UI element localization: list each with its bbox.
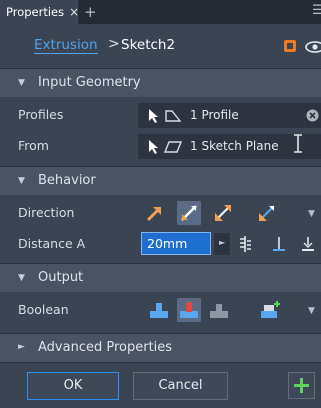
direction-asymmetric-button[interactable]	[255, 201, 279, 225]
direction-flipped-icon	[181, 205, 197, 221]
ok-button[interactable]: OK	[27, 372, 119, 400]
plus-icon	[294, 378, 309, 393]
collapse-triangle-icon[interactable]: ▼	[18, 273, 25, 283]
section-title: Input Geometry	[38, 75, 141, 90]
expand-triangle-icon[interactable]: ►	[18, 342, 25, 352]
new-solid-icon	[261, 301, 280, 318]
section-title: Output	[38, 270, 84, 285]
section-advanced-properties[interactable]: ► Advanced Properties	[0, 333, 321, 362]
collapse-triangle-icon[interactable]: ▼	[18, 78, 25, 88]
cube-icon[interactable]	[283, 39, 297, 53]
boolean-cut-icon	[180, 302, 198, 318]
distance-input[interactable]: 20mm	[141, 232, 211, 255]
apply-button[interactable]	[288, 372, 315, 399]
tab-bar: Properties × + ☰	[0, 0, 321, 24]
boolean-join-icon	[150, 303, 168, 318]
measure-icon[interactable]	[238, 235, 252, 253]
boolean-label: Boolean	[18, 302, 69, 317]
section-behavior[interactable]: ▼ Behavior	[0, 166, 321, 195]
distance-dropdown[interactable]: ►	[214, 233, 230, 255]
boolean-intersect-button[interactable]	[207, 298, 231, 322]
section-title: Advanced Properties	[38, 340, 173, 355]
chevron-down-icon[interactable]: ▼	[308, 306, 315, 316]
boolean-join-button[interactable]	[147, 298, 171, 322]
boolean-row: Boolean ▼	[0, 295, 321, 326]
direction-default-button[interactable]	[143, 201, 167, 225]
distance-row: Distance A 20mm ►	[0, 229, 321, 260]
eye-icon[interactable]	[305, 41, 321, 53]
section-input-geometry[interactable]: ▼ Input Geometry	[0, 68, 321, 97]
direction-default-icon	[146, 206, 162, 222]
direction-symmetric-button[interactable]	[211, 201, 235, 225]
direction-flipped-button[interactable]	[177, 201, 201, 225]
breadcrumb-current: Sketch2	[121, 37, 176, 53]
extent-through-icon[interactable]	[301, 235, 315, 253]
cursor-arrow-icon	[149, 140, 158, 154]
clear-selection-icon[interactable]	[306, 109, 319, 122]
tab-properties[interactable]: Properties ×	[0, 0, 79, 24]
properties-panel: Properties × + ☰ Extrusion > Sketch2 ▼ I…	[0, 0, 321, 408]
sketch-plane-icon	[164, 141, 182, 153]
new-solid-button[interactable]	[258, 298, 282, 322]
breadcrumb-separator: >	[108, 36, 120, 52]
direction-symmetric-icon	[215, 205, 231, 221]
close-icon[interactable]: ×	[69, 5, 79, 19]
from-label: From	[18, 138, 49, 153]
boolean-intersect-icon	[210, 304, 228, 318]
profiles-selector[interactable]: 1 Profile	[138, 103, 321, 128]
profiles-row: Profiles 1 Profile	[0, 100, 321, 131]
add-tab-icon[interactable]: +	[84, 3, 97, 21]
extent-to-icon[interactable]	[272, 235, 286, 253]
breadcrumb-extrusion-link[interactable]: Extrusion	[34, 38, 98, 54]
profile-shape-icon	[165, 110, 182, 122]
menu-icon[interactable]: ☰	[312, 3, 321, 18]
text-cursor-icon[interactable]	[292, 134, 304, 153]
direction-label: Direction	[18, 205, 75, 220]
caret-right-icon: ►	[219, 238, 226, 247]
distance-label: Distance A	[18, 236, 86, 251]
footer: OK Cancel	[0, 362, 321, 408]
section-output[interactable]: ▼ Output	[0, 263, 321, 292]
tab-label: Properties	[6, 5, 65, 19]
from-row: From 1 Sketch Plane	[0, 131, 321, 162]
profiles-value: 1 Profile	[190, 108, 239, 122]
cancel-button[interactable]: Cancel	[133, 372, 228, 400]
boolean-cut-button[interactable]	[177, 298, 201, 322]
collapse-triangle-icon[interactable]: ▼	[18, 176, 25, 186]
direction-asymmetric-icon	[259, 205, 275, 221]
breadcrumb: Extrusion > Sketch2	[0, 24, 321, 68]
from-value: 1 Sketch Plane	[190, 139, 279, 153]
distance-value: 20mm	[147, 236, 188, 251]
direction-row: Direction ▼	[0, 198, 321, 229]
section-title: Behavior	[38, 173, 96, 188]
cursor-arrow-icon	[149, 109, 158, 123]
profiles-label: Profiles	[18, 107, 64, 122]
chevron-down-icon[interactable]: ▼	[308, 209, 315, 219]
